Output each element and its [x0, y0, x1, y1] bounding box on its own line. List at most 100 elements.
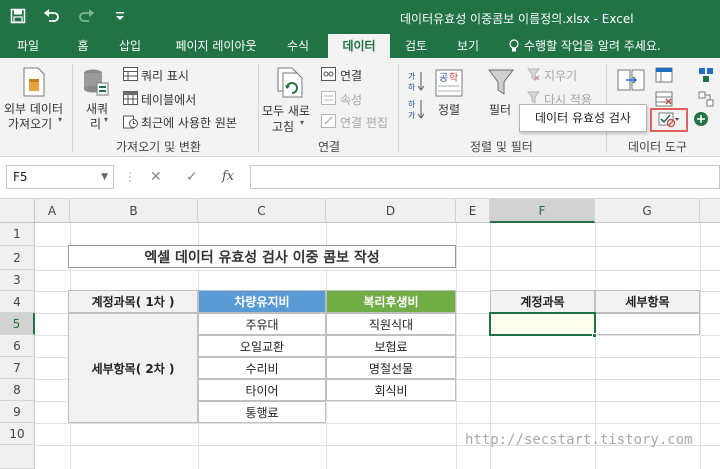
quick-access-toolbar: [8, 6, 130, 26]
row-header-3[interactable]: 3: [0, 270, 35, 291]
save-icon[interactable]: [8, 6, 28, 26]
row-header-4[interactable]: 4: [0, 291, 35, 313]
vehicle-item-cell[interactable]: 주유대: [198, 313, 326, 335]
svg-text:공: 공: [439, 72, 448, 84]
connections-button[interactable]: 연결: [340, 67, 362, 84]
refresh-all-line2[interactable]: 고침: [272, 118, 294, 135]
group-label-data-tools: 데이터 도구: [628, 140, 688, 154]
row-header-10[interactable]: 10: [0, 423, 35, 445]
welfare-item-cell[interactable]: 회식비: [326, 379, 456, 401]
account-header-cell[interactable]: 계정과목( 1차 ): [68, 290, 198, 313]
new-query-line2[interactable]: 리: [90, 115, 101, 132]
clear-filter-icon: [526, 67, 540, 81]
tab-home[interactable]: 홈: [66, 34, 100, 58]
vehicle-item-cell[interactable]: 통행료: [198, 401, 326, 423]
reapply-icon: [526, 90, 540, 104]
lookup-detail-cell[interactable]: [595, 313, 700, 335]
gridline: [700, 223, 701, 469]
enter-icon[interactable]: ✓: [186, 169, 198, 185]
column-header-h[interactable]: [700, 199, 720, 223]
from-table-button[interactable]: 테이블에서: [141, 91, 196, 108]
selected-cell-f5[interactable]: [489, 312, 596, 336]
tab-review[interactable]: 검토: [396, 34, 436, 58]
formula-bar: F5 ▼ ⋮ ✕ ✓ fx: [0, 157, 720, 199]
row-header-8[interactable]: 8: [0, 379, 35, 401]
lookup-detail-header[interactable]: 세부항목: [595, 290, 700, 313]
properties-button[interactable]: 속성: [340, 91, 362, 108]
vehicle-item-cell[interactable]: 오일교환: [198, 335, 326, 357]
sort-dialog-icon[interactable]: 공학: [434, 68, 464, 98]
lookup-account-header[interactable]: 계정과목: [490, 290, 595, 313]
relationships-icon[interactable]: [697, 90, 715, 108]
column-header-c[interactable]: C: [198, 199, 326, 223]
show-query-button[interactable]: 쿼리 표시: [141, 67, 189, 84]
welfare-header-cell[interactable]: 복리후생비: [326, 290, 456, 313]
window-title: 데이터유효성 이중콤보 이름정의.xlsx - Excel: [400, 12, 634, 26]
column-header-g[interactable]: G: [595, 199, 700, 223]
fill-handle[interactable]: [592, 333, 597, 338]
welfare-item-cell[interactable]: 명절선물: [326, 357, 456, 379]
filter-button[interactable]: 필터: [489, 101, 511, 118]
tab-file[interactable]: 파일: [8, 34, 48, 58]
cancel-icon[interactable]: ✕: [150, 169, 162, 185]
tab-insert[interactable]: 삽입: [110, 34, 150, 58]
tell-me-box[interactable]: 수행할 작업을 알려 주세요.: [508, 34, 678, 58]
customize-icon[interactable]: [110, 6, 130, 26]
welfare-item-cell[interactable]: 보험료: [326, 335, 456, 357]
column-header-b[interactable]: B: [70, 199, 198, 223]
sort-ascending-icon[interactable]: 가하: [408, 70, 426, 92]
vehicle-item-cell[interactable]: 수리비: [198, 357, 326, 379]
chevron-down-icon[interactable]: ▼: [101, 166, 108, 188]
formula-input[interactable]: [250, 165, 720, 189]
chevron-down-icon[interactable]: ▾: [300, 118, 304, 127]
row-header-11[interactable]: [0, 445, 35, 469]
data-validation-icon: [658, 112, 679, 128]
manage-data-model-icon[interactable]: [692, 110, 710, 128]
data-validation-button[interactable]: [650, 108, 688, 132]
column-header-f[interactable]: F: [490, 199, 595, 223]
external-data-icon: [20, 66, 48, 98]
tab-page-layout[interactable]: 페이지 레이아웃: [160, 34, 272, 58]
select-all-corner[interactable]: [0, 199, 35, 223]
row-header-2[interactable]: 2: [0, 246, 35, 270]
tab-data[interactable]: 데이터: [328, 34, 390, 58]
get-external-line2[interactable]: 가져오기: [8, 115, 52, 132]
chevron-down-icon[interactable]: ▾: [104, 115, 108, 124]
group-label-sort-filter: 정렬 및 필터: [470, 140, 533, 154]
detail-header-cell[interactable]: 세부항목( 2차 ): [68, 313, 198, 423]
clear-button[interactable]: 지우기: [544, 67, 577, 84]
sort-descending-icon[interactable]: 하가: [408, 98, 426, 120]
sort-button[interactable]: 정렬: [438, 101, 460, 118]
row-header-6[interactable]: 6: [0, 335, 35, 357]
tab-view[interactable]: 보기: [448, 34, 488, 58]
text-to-columns-icon[interactable]: [616, 66, 646, 96]
row-header-5[interactable]: 5: [0, 313, 35, 335]
recent-sources-icon: [122, 113, 138, 129]
refresh-all-line1[interactable]: 모두 새로: [262, 102, 310, 119]
flash-fill-icon[interactable]: [654, 66, 674, 84]
tab-formulas[interactable]: 수식: [278, 34, 318, 58]
consolidate-icon[interactable]: [697, 66, 715, 84]
data-validation-tooltip: 데이터 유효성 검사: [519, 104, 647, 132]
edit-links-button[interactable]: 연결 편집: [340, 114, 388, 131]
row-header-9[interactable]: 9: [0, 401, 35, 423]
worksheet: A B C D E F G 1 2 3 4 5 6 7 8 9 10 엑셀 데이…: [0, 199, 720, 469]
name-box[interactable]: F5 ▼: [6, 165, 114, 189]
edit-links-icon: [320, 113, 336, 129]
recent-sources-button[interactable]: 최근에 사용한 원본: [141, 114, 237, 131]
remove-duplicates-icon[interactable]: [654, 90, 674, 108]
redo-icon[interactable]: [76, 6, 96, 26]
column-header-d[interactable]: D: [326, 199, 456, 223]
vehicle-header-cell[interactable]: 차량유지비: [198, 290, 326, 313]
column-header-a[interactable]: A: [35, 199, 70, 223]
column-header-e[interactable]: E: [456, 199, 490, 223]
insert-function-icon[interactable]: fx: [222, 169, 234, 184]
row-header-1[interactable]: 1: [0, 223, 35, 246]
row-header-7[interactable]: 7: [0, 357, 35, 379]
vehicle-item-cell[interactable]: 타이어: [198, 379, 326, 401]
sheet-title[interactable]: 엑셀 데이터 유효성 검사 이중 콤보 작성: [68, 245, 456, 268]
chevron-down-icon[interactable]: ▾: [58, 115, 62, 124]
group-separator: [258, 64, 259, 152]
undo-icon[interactable]: [42, 6, 62, 26]
welfare-item-cell[interactable]: 직원식대: [326, 313, 456, 335]
